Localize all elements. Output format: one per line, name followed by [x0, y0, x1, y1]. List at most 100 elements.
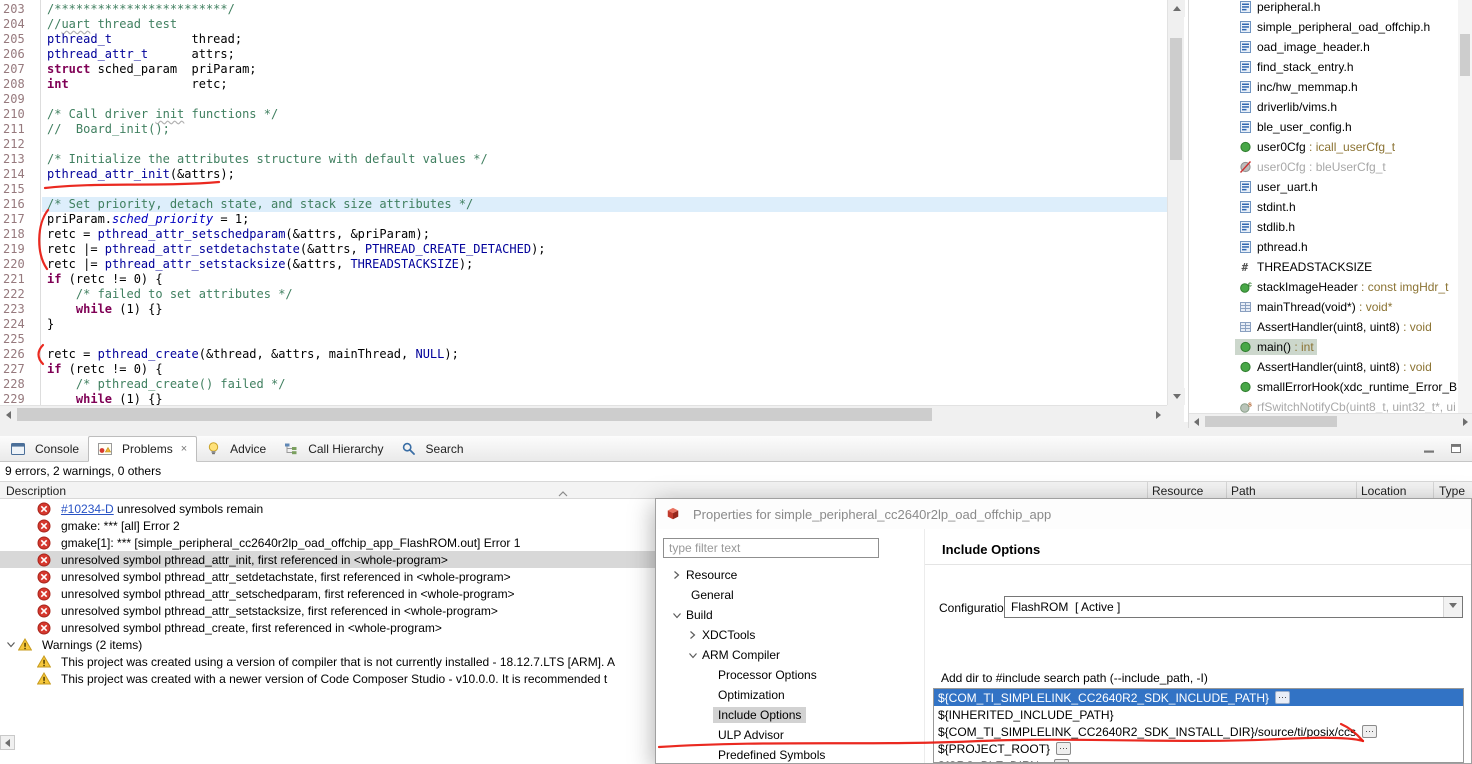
tree-item-build[interactable]: Build	[656, 605, 922, 625]
scroll-down-arrow-icon[interactable]	[1168, 388, 1185, 405]
expand-arrow-icon[interactable]	[6, 640, 18, 649]
outline-item[interactable]: driverlib/vims.h	[1189, 97, 1458, 117]
outline-item[interactable]: user_uart.h	[1189, 177, 1458, 197]
include-path-row[interactable]: ${SRC_BLE_DIR}/...···	[934, 757, 1463, 763]
outline-item[interactable]: stdint.h	[1189, 197, 1458, 217]
column-divider[interactable]	[1226, 482, 1227, 498]
outline-item[interactable]: simple_peripheral_oad_offchip.h	[1189, 17, 1458, 37]
problem-description: unresolved symbol pthread_attr_setstacks…	[61, 604, 498, 618]
scroll-left-arrow-icon[interactable]	[0, 406, 17, 423]
scrollbar-thumb[interactable]	[1460, 34, 1470, 76]
close-icon[interactable]: ×	[181, 444, 187, 455]
column-header-type[interactable]: Type	[1439, 484, 1465, 498]
scroll-left-arrow-icon[interactable]	[1189, 414, 1204, 429]
column-header-location[interactable]: Location	[1361, 484, 1406, 498]
problems-horizontal-scrollbar[interactable]	[0, 735, 15, 750]
problems-summary: 9 errors, 2 warnings, 0 others	[5, 464, 161, 478]
problems-table-header[interactable]: Description Resource Path Location Type	[0, 481, 1472, 499]
browse-button[interactable]: ···	[1056, 742, 1071, 755]
scroll-right-arrow-icon[interactable]	[1150, 406, 1167, 423]
outline-horizontal-scrollbar[interactable]	[1189, 413, 1472, 428]
outline-item-label: pthread.h	[1257, 240, 1308, 254]
browse-button[interactable]: ···	[1054, 759, 1069, 763]
outline-item[interactable]: ble_user_config.h	[1189, 117, 1458, 137]
include-path-row[interactable]: ${COM_TI_SIMPLELINK_CC2640R2_SDK_INCLUDE…	[934, 689, 1463, 706]
scrollbar-thumb[interactable]	[1170, 38, 1182, 160]
filter-input[interactable]	[663, 538, 879, 558]
tree-item-predefined-symbols[interactable]: Predefined Symbols	[656, 745, 922, 763]
code-editor[interactable]: 2032042052062072082092102112122132142152…	[0, 0, 1184, 422]
outline-item[interactable]: cstackImageHeader : const imgHdr_t	[1189, 277, 1458, 297]
browse-button[interactable]: ···	[1362, 725, 1377, 738]
scroll-up-arrow-icon[interactable]	[1168, 0, 1185, 17]
include-path-row[interactable]: ${INHERITED_INCLUDE_PATH}	[934, 706, 1463, 723]
editor-vertical-scrollbar[interactable]	[1167, 0, 1184, 405]
maximize-view-icon[interactable]	[1449, 443, 1463, 454]
chevron-right-icon[interactable]	[687, 630, 698, 640]
svg-text:c: c	[1248, 282, 1252, 289]
tree-item-ulp-advisor[interactable]: ULP Advisor	[656, 725, 922, 745]
outline-item[interactable]: find_stack_entry.h	[1189, 57, 1458, 77]
configuration-dropdown[interactable]: FlashROM [ Active ]	[1004, 596, 1463, 618]
include-path-row[interactable]: ${COM_TI_SIMPLELINK_CC2640R2_SDK_INSTALL…	[934, 723, 1463, 740]
problem-description: unresolved symbol pthread_create, first …	[61, 621, 442, 635]
tree-item-resource[interactable]: Resource	[656, 565, 922, 585]
chevron-right-icon[interactable]	[671, 570, 682, 580]
outline-item[interactable]: peripheral.h	[1189, 0, 1458, 17]
tab-problems[interactable]: Problems ×	[88, 436, 197, 462]
tab-console[interactable]: Console	[2, 436, 88, 461]
tree-item-optimization[interactable]: Optimization	[656, 685, 922, 705]
function-decl-icon	[1238, 300, 1252, 314]
outline-item-type: : bleUserCfg_t	[1306, 160, 1386, 174]
chevron-down-icon[interactable]	[687, 651, 698, 660]
outline-item[interactable]: user0Cfg : bleUserCfg_t	[1189, 157, 1458, 177]
outline-item[interactable]: inc/hw_memmap.h	[1189, 77, 1458, 97]
chevron-down-icon[interactable]	[671, 611, 682, 620]
outline-item-label: AssertHandler(uint8, uint8)	[1257, 360, 1400, 374]
column-divider[interactable]	[1147, 482, 1148, 498]
column-divider[interactable]	[1433, 482, 1434, 498]
tree-item-include-options[interactable]: Include Options	[656, 705, 922, 725]
browse-button[interactable]: ···	[1275, 691, 1290, 704]
outline-item-label: inc/hw_memmap.h	[1257, 80, 1358, 94]
chevron-down-icon[interactable]	[1443, 597, 1462, 617]
tree-item-label: Optimization	[718, 688, 785, 702]
include-path-row[interactable]: ${PROJECT_ROOT}···	[934, 740, 1463, 757]
outline-item[interactable]: AssertHandler(uint8, uint8) : void	[1189, 357, 1458, 377]
outline-item[interactable]: AssertHandler(uint8, uint8) : void	[1189, 317, 1458, 337]
code-line: pthread_attr_t attrs;	[42, 47, 1167, 62]
code-area[interactable]: /************************///uart thread …	[42, 0, 1167, 405]
outline-item[interactable]: pthread.h	[1189, 237, 1458, 257]
tree-item-label: Build	[686, 608, 713, 622]
outline-item[interactable]: main() : int	[1189, 337, 1458, 357]
sash[interactable]	[0, 428, 1472, 436]
column-header-resource[interactable]: Resource	[1152, 484, 1203, 498]
outline-item[interactable]: oad_image_header.h	[1189, 37, 1458, 57]
problem-link[interactable]: #10234-D	[61, 502, 114, 516]
tree-item-arm-compiler[interactable]: ARM Compiler	[656, 645, 922, 665]
scrollbar-thumb[interactable]	[1205, 416, 1337, 427]
outline-item[interactable]: stdlib.h	[1189, 217, 1458, 237]
outline-item[interactable]: #THREADSTACKSIZE	[1189, 257, 1458, 277]
column-divider[interactable]	[1356, 482, 1357, 498]
tree-item-xdctools[interactable]: XDCTools	[656, 625, 922, 645]
outline-item[interactable]: srfSwitchNotifyCb(uint8_t, uint32_t*, ui	[1189, 397, 1458, 413]
tab-advice[interactable]: Advice	[197, 436, 275, 461]
editor-horizontal-scrollbar[interactable]	[0, 405, 1167, 422]
minimize-view-icon[interactable]	[1422, 443, 1436, 454]
scroll-right-arrow-icon[interactable]	[1458, 414, 1472, 429]
column-header-path[interactable]: Path	[1231, 484, 1256, 498]
tree-item-processor-options[interactable]: Processor Options	[656, 665, 922, 685]
problem-description: This project was created using a version…	[61, 655, 615, 669]
line-number: 220	[3, 257, 40, 272]
tab-search[interactable]: Search	[393, 436, 473, 461]
scrollbar-thumb[interactable]	[17, 408, 932, 421]
outline-item[interactable]: mainThread(void*) : void*	[1189, 297, 1458, 317]
column-header-description[interactable]: Description	[6, 484, 66, 498]
dialog-titlebar[interactable]: Properties for simple_peripheral_cc2640r…	[656, 499, 1471, 529]
tab-call-hierarchy[interactable]: Call Hierarchy	[275, 436, 392, 461]
tree-item-general[interactable]: General	[656, 585, 922, 605]
outline-item[interactable]: user0Cfg : icall_userCfg_t	[1189, 137, 1458, 157]
outline-item[interactable]: smallErrorHook(xdc_runtime_Error_B	[1189, 377, 1458, 397]
outline-vertical-scrollbar[interactable]	[1458, 0, 1472, 413]
